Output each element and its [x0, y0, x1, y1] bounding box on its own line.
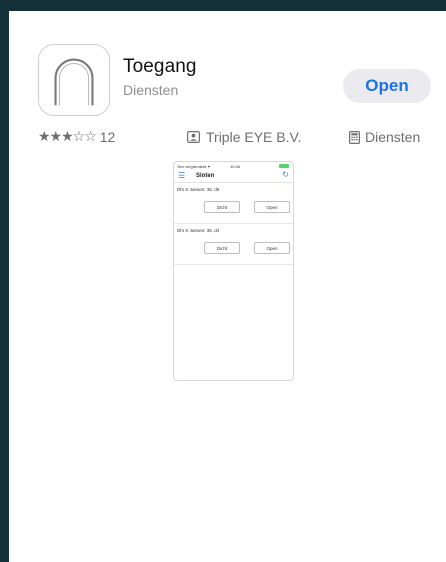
- preview-lock-item: Dhr K Jansen: 35, d5 Dicht Open: [174, 183, 293, 224]
- preview-open-button: Open: [254, 242, 290, 254]
- category-name: Diensten: [365, 129, 421, 145]
- developer-name: Triple EYE B.V.: [206, 129, 302, 145]
- info-row: ★★★☆☆ 12 Triple EYE B.V. Diensten: [9, 129, 446, 153]
- preview-lock-address: Dhr K Jansen: 35, d5: [177, 187, 220, 192]
- rating-count: 12: [99, 129, 116, 145]
- app-subtitle: Diensten: [123, 82, 179, 98]
- preview-nav-title: Sloten: [196, 173, 215, 179]
- open-button[interactable]: Open: [343, 69, 431, 103]
- preview-close-button: Dicht: [204, 242, 240, 254]
- refresh-icon: ↻: [282, 170, 289, 179]
- app-screenshot-preview[interactable]: Sim vergrendeld ✦ 10:46 ☰ Sloten ↻ Dhr K…: [173, 161, 294, 381]
- preview-status-bar: Sim vergrendeld ✦ 10:46: [174, 162, 293, 170]
- developer-link[interactable]: Triple EYE B.V.: [187, 129, 301, 145]
- preview-carrier: Sim vergrendeld ✦: [177, 164, 211, 169]
- app-logo-icon[interactable]: [38, 44, 110, 116]
- preview-time: 10:46: [230, 164, 241, 169]
- app-title: Toegang: [123, 56, 197, 77]
- star-rating-icon: ★★★☆☆: [38, 129, 97, 145]
- person-badge-icon: [187, 131, 200, 143]
- preview-lock-item: Dhr K Jansen: 35, d4 Dicht Open: [174, 224, 293, 265]
- calculator-icon: [349, 130, 360, 144]
- preview-open-button: Open: [254, 201, 290, 213]
- category-link[interactable]: Diensten: [349, 129, 420, 145]
- preview-nav-bar: ☰ Sloten ↻: [174, 170, 293, 183]
- app-store-screen: Toegang Diensten Open ★★★☆☆ 12 Triple EY…: [9, 11, 446, 562]
- preview-lock-address: Dhr K Jansen: 35, d4: [177, 228, 220, 233]
- rating[interactable]: ★★★☆☆ 12: [38, 129, 115, 145]
- preview-close-button: Dicht: [204, 201, 240, 213]
- menu-icon: ☰: [178, 171, 186, 180]
- battery-icon: [279, 164, 289, 168]
